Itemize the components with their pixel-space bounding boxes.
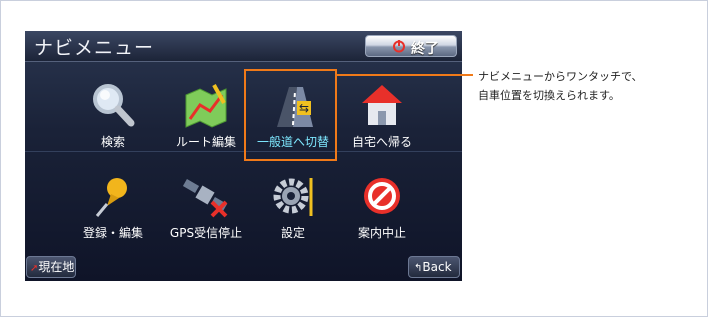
back-button[interactable]: ↰Back (408, 256, 460, 278)
screen-title: ナビメニュー (34, 37, 155, 59)
menu-tile-cancel-guidance[interactable]: 案内中止 (336, 166, 428, 246)
gear-icon (273, 178, 313, 216)
menu-tile-settings[interactable]: 設定 (247, 166, 339, 246)
route-map-icon (185, 84, 227, 128)
menu-tile-label: GPS受信停止 (169, 226, 243, 240)
menu-tile-label: 検索 (100, 135, 125, 149)
menu-tile-gps-stop[interactable]: GPS受信停止 (160, 166, 252, 246)
callout-line (337, 74, 473, 76)
end-button[interactable]: 終了 (365, 35, 457, 57)
current-location-label: 現在地 (38, 260, 75, 274)
callout-text: ナビメニューからワンタッチで、 自車位置を切換えられます。 (478, 67, 643, 105)
gps-satellite-off-icon (182, 179, 228, 218)
magnifier-icon (93, 84, 135, 127)
menu-tile-route-edit[interactable]: ルート編集 (160, 75, 252, 155)
highlight-box (244, 69, 337, 161)
location-arrow-icon: ➚ (30, 263, 39, 274)
home-icon (362, 85, 402, 125)
current-location-button[interactable]: ➚現在地 (26, 256, 76, 278)
title-bar: ナビメニュー 終了 (25, 31, 462, 62)
menu-tile-label: 設定 (280, 226, 305, 240)
menu-tile-label: 自宅へ帰る (351, 135, 412, 149)
callout-line-2: 自車位置を切換えられます。 (478, 89, 620, 102)
end-button-label: 終了 (411, 41, 439, 57)
menu-tile-search[interactable]: 検索 (67, 75, 159, 155)
menu-tile-label: ルート編集 (175, 135, 236, 149)
menu-tile-go-home[interactable]: 自宅へ帰る (336, 75, 428, 155)
menu-tile-label: 登録・編集 (82, 226, 143, 240)
menu-tile-label: 案内中止 (357, 226, 406, 240)
power-icon (393, 40, 405, 53)
prohibited-icon (364, 178, 400, 214)
back-button-label: Back (422, 260, 452, 274)
pushpin-icon (95, 178, 127, 217)
menu-tile-register-edit[interactable]: 登録・編集 (67, 166, 159, 246)
back-arrow-icon: ↰ (414, 263, 423, 274)
callout-line-1: ナビメニューからワンタッチで、 (478, 70, 643, 83)
